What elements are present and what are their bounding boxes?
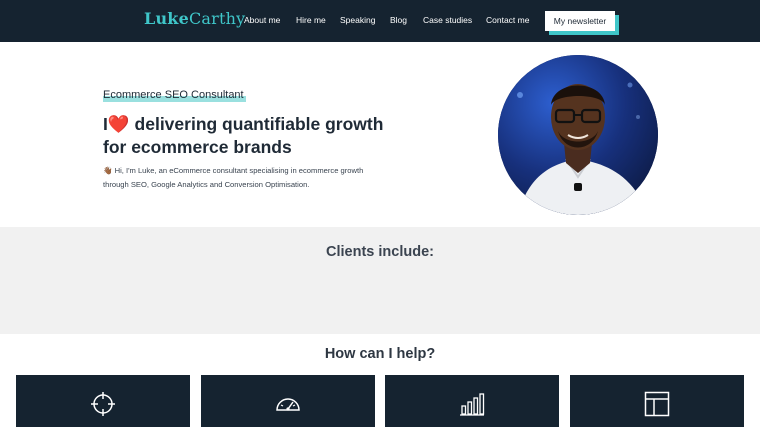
hero-intro: 👋🏾 Hi, I'm Luke, an eCommerce consultant… (103, 164, 383, 192)
heart-icon: ❤️ (107, 114, 130, 134)
headline-rest: delivering quantifiable growth for ecomm… (103, 114, 384, 157)
clients-section: Clients include: (0, 227, 760, 334)
nav-link-hire[interactable]: Hire me (296, 15, 326, 25)
layout-icon (644, 391, 670, 417)
crosshair-icon (91, 392, 115, 416)
intro-text: Hi, I'm Luke, an eCommerce consultant sp… (103, 166, 364, 189)
newsletter-button[interactable]: My newsletter (545, 11, 615, 31)
help-title: How can I help? (324, 346, 436, 362)
service-card-speed[interactable] (201, 375, 375, 427)
speedometer-icon (276, 398, 300, 411)
nav-link-about[interactable]: About me (244, 15, 280, 25)
profile-photo (498, 55, 658, 215)
service-card-seo[interactable] (16, 375, 190, 427)
nav-link-speaking[interactable]: Speaking (340, 15, 375, 25)
nav-link-contact[interactable]: Contact me (486, 15, 529, 25)
top-navigation: LukeCarthy About me Hire me Speaking Blo… (0, 0, 760, 42)
logo-light: Carthy (188, 9, 246, 28)
service-card-cro[interactable] (570, 375, 744, 427)
nav-link-case-studies[interactable]: Case studies (423, 15, 472, 25)
service-card-analytics[interactable] (385, 375, 559, 427)
newsletter-button-wrap: My newsletter (545, 11, 619, 35)
site-logo[interactable]: LukeCarthy (144, 9, 245, 28)
hero-eyebrow: Ecommerce SEO Consultant (103, 89, 244, 101)
clients-title: Clients include: (326, 244, 434, 260)
bar-chart-icon (460, 393, 485, 416)
logo-bold: Luke (144, 9, 189, 28)
hero-headline: I❤️ delivering quantifiable growth for e… (103, 113, 403, 159)
nav-link-blog[interactable]: Blog (390, 15, 407, 25)
